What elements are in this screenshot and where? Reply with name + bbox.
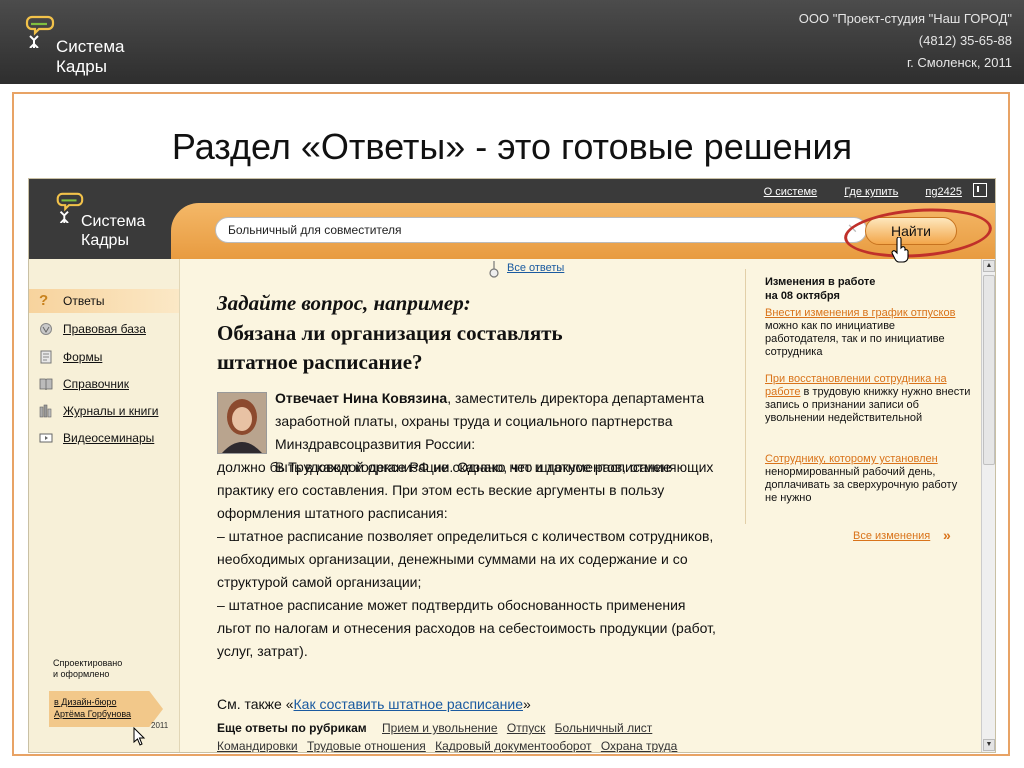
app-window: Система Кадры О системе Где купить пg242… <box>28 178 996 753</box>
user-link[interactable]: пg2425 <box>925 186 962 198</box>
see-also-suffix: » <box>522 696 531 712</box>
logo-line: Кадры <box>81 232 129 249</box>
search-input[interactable] <box>215 217 867 243</box>
changes-title-line: на 08 октября <box>765 290 840 302</box>
scroll-down-icon[interactable]: ▼ <box>983 739 995 751</box>
form-icon <box>40 350 52 364</box>
scrollbar-thumb[interactable] <box>983 275 995 465</box>
logo-line: Система <box>81 213 146 230</box>
studio-link[interactable]: в Дизайн-бюро Артёма Горбунова <box>54 696 131 720</box>
change-item: Сотруднику, которому установлен ненормир… <box>765 453 971 505</box>
sidebar-item-video[interactable]: Видеосеминары <box>29 426 179 450</box>
sidebar-item-label: Правовая база <box>63 322 146 336</box>
sidebar-item-label: Формы <box>63 350 103 364</box>
emblem-icon <box>40 323 52 335</box>
studio-line: в Дизайн-бюро <box>54 697 117 707</box>
more-rubrics: Еще ответы по рубрикам Прием и увольнени… <box>217 719 737 752</box>
see-also-link[interactable]: Как составить штатное расписание <box>294 696 523 712</box>
company-info: ООО "Проект-студия "Наш ГОРОД" (4812) 35… <box>799 8 1012 74</box>
changes-panel: Изменения в работе на 08 октября Внести … <box>745 259 981 752</box>
answer-paragraph: должно быть в каждой организации. Однако… <box>217 459 714 521</box>
rubric-link[interactable]: Трудовые отношения <box>307 739 426 752</box>
slide-title: Раздел «Ответы» - это готовые решения <box>171 126 853 167</box>
pin-icon <box>489 261 499 278</box>
see-also-prefix: См. также « <box>217 696 294 712</box>
rubric-link[interactable]: Прием и увольнение <box>382 721 498 735</box>
logo-line: Система <box>56 37 125 56</box>
change-text: можно как по инициативе работодателя, та… <box>765 320 945 358</box>
question-title: Обязана ли организация составлять штатно… <box>217 319 697 377</box>
studio-line: Артёма Горбунова <box>54 709 132 719</box>
sidebar-item-journals[interactable]: Журналы и книги <box>29 399 179 423</box>
answer-bullet: – штатное расписание позволяет определит… <box>217 528 714 590</box>
arrow-cursor-icon <box>133 727 146 746</box>
sidebar-item-answers[interactable]: ? Ответы <box>29 289 179 313</box>
logo-line: Кадры <box>56 57 107 76</box>
designed-line: и оформлено <box>53 669 110 679</box>
sidebar-item-forms[interactable]: Формы <box>29 345 179 369</box>
rubric-link[interactable]: Больничный лист <box>555 721 653 735</box>
designed-line: Спроектировано <box>53 658 123 668</box>
all-answers-link[interactable]: Все ответы <box>507 262 564 274</box>
designed-by-text: Спроектировано и оформлено <box>53 658 122 680</box>
sidebar-item-reference[interactable]: Справочник <box>29 372 179 396</box>
changes-title-line: Изменения в работе <box>765 276 876 288</box>
rubric-link[interactable]: Отпуск <box>507 721 545 735</box>
sidebar-item-label: Журналы и книги <box>63 404 159 418</box>
sidebar-item-label: Видеосеминары <box>63 431 155 445</box>
change-item: При восстановлении сотрудника на работе … <box>765 373 971 425</box>
book-icon <box>39 378 53 391</box>
question-line: Обязана ли организация составлять <box>217 321 563 345</box>
expert-photo <box>217 392 267 454</box>
sidebar-item-legal-base[interactable]: Правовая база <box>29 317 179 341</box>
rubric-link[interactable]: Охрана труда <box>601 739 678 752</box>
answer-bullet: – штатное расписание может подтвердить о… <box>217 597 716 659</box>
content-scrollbar[interactable]: ▲ ▼ <box>981 259 995 752</box>
change-item: Внести изменения в график отпусков можно… <box>765 307 971 359</box>
change-link[interactable]: Внести изменения в график отпусков <box>765 307 955 319</box>
rubric-link[interactable]: Командировки <box>217 739 298 752</box>
video-icon <box>39 433 53 443</box>
about-link[interactable]: О системе <box>764 186 817 198</box>
scroll-up-icon[interactable]: ▲ <box>983 260 995 272</box>
see-also: См. также «Как составить штатное расписа… <box>217 696 531 712</box>
question-icon: ? <box>39 292 49 309</box>
answerer-name: Отвечает Нина Ковязина <box>275 390 448 406</box>
question-line: штатное расписание? <box>217 350 423 374</box>
sidebar-item-label: Справочник <box>63 377 129 391</box>
find-button[interactable]: Найти <box>865 217 957 245</box>
question-prompt: Задайте вопрос, например: <box>217 291 471 315</box>
system-logo-icon <box>25 15 55 48</box>
rubric-link[interactable]: Кадровый документооборот <box>435 739 591 752</box>
all-changes-link[interactable]: Все изменения <box>853 530 930 542</box>
year-label: 2011 <box>151 721 169 730</box>
answer-body: должно быть в каждой организации. Однако… <box>217 456 723 663</box>
sidebar-item-label: Ответы <box>63 294 105 308</box>
company-phone: (4812) 35-65-88 <box>918 33 1012 48</box>
double-chevron-icon[interactable]: » <box>943 527 951 543</box>
books-icon <box>39 404 52 418</box>
where-to-buy-link[interactable]: Где купить <box>844 186 898 198</box>
clear-search-icon[interactable]: ✕ <box>847 222 861 236</box>
company-name: ООО "Проект-студия "Наш ГОРОД" <box>798 11 1012 26</box>
answer-content: Все ответы Задайте вопрос, например: Обя… <box>179 259 745 752</box>
change-text: ненормированный рабочий день, доплачиват… <box>765 466 958 504</box>
system-logo-text: Система Кадры <box>56 37 124 77</box>
change-link[interactable]: Сотруднику, которому установлен <box>765 453 938 465</box>
app-logo-text: Система Кадры <box>81 212 145 250</box>
header-links: О системе Где купить пg2425 <box>740 183 987 198</box>
presentation-header: Система Кадры ООО "Проект-студия "Наш ГО… <box>0 0 1024 84</box>
changes-title: Изменения в работе на 08 октября <box>765 275 875 303</box>
exit-icon[interactable] <box>973 183 987 197</box>
company-city: г. Смоленск, 2011 <box>906 55 1012 70</box>
more-rubrics-label: Еще ответы по рубрикам <box>217 721 367 735</box>
